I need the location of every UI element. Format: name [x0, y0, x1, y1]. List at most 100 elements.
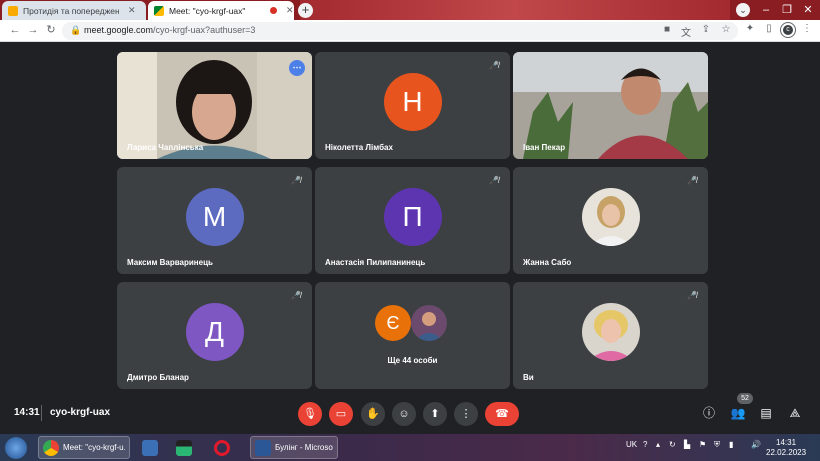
participant-name: Максим Варваринець — [127, 258, 213, 267]
lock-icon: 🔒 — [70, 25, 82, 35]
participant-tile[interactable]: М 🎤̸ Максим Варваринець — [117, 167, 312, 274]
close-tab-icon[interactable]: ✕ — [286, 5, 294, 16]
close-window-icon[interactable]: ✕ — [801, 3, 815, 17]
leave-call-button[interactable]: ☎ — [485, 402, 519, 426]
opera-icon — [214, 439, 230, 456]
chrome-icon — [43, 439, 59, 456]
participant-tile[interactable]: 🎤̸ Жанна Сабо — [513, 167, 708, 274]
others-initial-avatar: Є — [375, 305, 411, 341]
url-host: meet.google.com — [84, 25, 154, 35]
translate-icon[interactable]: 文 — [679, 24, 693, 39]
participant-photo-avatar — [581, 187, 640, 246]
participant-tile[interactable]: Н 🎤̸ Ніколетта Лімбах — [315, 52, 510, 159]
participant-tile[interactable]: П 🎤̸ Анастасія Пилипанинець — [315, 167, 510, 274]
bookmark-star-icon[interactable]: ☆ — [719, 24, 733, 35]
shield-icon[interactable]: ⛨ — [714, 440, 720, 450]
present-button[interactable]: ⬆ — [423, 402, 447, 426]
taskbar-item-label: Булінг - Microsof... — [275, 443, 333, 452]
participant-name: Іван Пекар — [523, 143, 566, 152]
participant-initial-avatar: Д — [185, 302, 244, 361]
taskbar-chrome[interactable]: Meet: "cyo-krgf-u... — [38, 436, 130, 459]
language-indicator[interactable]: UK — [626, 440, 637, 449]
more-options-icon[interactable]: ⋯ — [289, 60, 305, 76]
emoji-icon: ☺ — [398, 408, 410, 420]
mic-off-icon: 🎤̸ — [291, 176, 301, 185]
reload-icon[interactable]: ↻ — [44, 23, 58, 37]
floppy-icon — [142, 439, 158, 456]
taskbar-app[interactable] — [172, 436, 196, 459]
help-icon[interactable]: ? — [643, 440, 647, 449]
camera-in-use-icon[interactable]: ■ — [660, 24, 674, 35]
participant-tile[interactable]: ⋯ Лариса Чаплінська — [117, 52, 312, 159]
share-icon[interactable]: ⇪ — [699, 24, 713, 35]
participant-name: Анастасія Пилипанинець — [325, 258, 426, 267]
meeting-details-icon[interactable]: ⓘ — [700, 404, 718, 422]
tab-meet[interactable]: Meet: "cyo-krgf-uax" ✕ — [148, 1, 294, 20]
signal-icon[interactable]: ▮ — [729, 440, 733, 449]
mic-off-icon: 🎤̸ — [687, 291, 697, 300]
chat-icon[interactable]: ▤ — [757, 404, 775, 422]
flag-icon[interactable]: ⚑ — [699, 440, 706, 449]
volume-icon[interactable]: 🔊 — [751, 440, 761, 449]
tab-title: Протидія та попередження бу — [23, 5, 119, 16]
url-path: /cyo-krgf-uax?authuser=3 — [153, 25, 256, 35]
self-tile[interactable]: 🎤̸ Ви — [513, 282, 708, 389]
participant-tile[interactable]: Д 🎤̸ Дмитро Бланар — [117, 282, 312, 389]
taskbar-clock[interactable]: 14:31 22.02.2023 — [766, 438, 806, 458]
taskbar-item-label: Meet: "cyo-krgf-u... — [63, 443, 125, 452]
participant-name: Жанна Сабо — [523, 258, 572, 267]
activities-icon[interactable]: ⟁ — [786, 404, 804, 422]
mic-toggle-button[interactable]: 🎙 — [298, 402, 322, 426]
sync-icon[interactable]: ↻ — [669, 440, 676, 449]
others-tile[interactable]: Є Ще 44 особи — [315, 282, 510, 389]
new-tab-button[interactable]: + — [298, 3, 313, 18]
tray-arrow-icon[interactable]: ▴ — [656, 440, 660, 449]
meeting-controls-bar: 14:31 cyo-krgf-uax 🎙 ▭ ✋ ☺ ⬆ ⋮ ☎ ⓘ 👥 52 … — [0, 393, 820, 434]
self-photo-avatar — [581, 302, 640, 361]
browser-tab-strip: Протидія та попередження бу ✕ Meet: "cyo… — [0, 0, 820, 20]
participant-tile[interactable]: Іван Пекар — [513, 52, 708, 159]
windows-taskbar: Meet: "cyo-krgf-u... Булінг - Microsof..… — [0, 434, 820, 461]
address-bar[interactable]: 🔒 meet.google.com/cyo-krgf-uax?authuser=… — [62, 22, 738, 40]
camera-toggle-button[interactable]: ▭ — [329, 402, 353, 426]
end-call-icon: ☎ — [495, 408, 509, 420]
forward-icon[interactable]: → — [26, 23, 40, 37]
mic-off-icon: 🎤̸ — [291, 291, 301, 300]
maximize-icon[interactable]: ❐ — [780, 3, 794, 17]
back-icon[interactable]: ← — [8, 23, 22, 37]
start-button[interactable] — [5, 437, 27, 459]
browser-toolbar: ← → ↻ 🔒 meet.google.com/cyo-krgf-uax?aut… — [0, 20, 820, 42]
tab-title: Meet: "cyo-krgf-uax" — [169, 5, 246, 16]
raise-hand-button[interactable]: ✋ — [361, 402, 385, 426]
people-icon[interactable]: 👥 — [729, 404, 747, 422]
reactions-button[interactable]: ☺ — [392, 402, 416, 426]
more-options-button[interactable]: ⋮ — [454, 402, 478, 426]
mic-off-icon: 🎤̸ — [489, 176, 499, 185]
taskbar-opera[interactable] — [210, 436, 234, 459]
participant-name: Дмитро Бланар — [127, 373, 189, 382]
participant-initial-avatar: Н — [383, 72, 442, 131]
recording-icon — [270, 7, 277, 14]
tab-search-icon[interactable]: ⌄ — [736, 3, 750, 17]
clock-date: 22.02.2023 — [766, 448, 807, 457]
camera-off-icon: ▭ — [335, 408, 347, 420]
taskbar-word[interactable]: Булінг - Microsof... — [250, 436, 338, 459]
clock-time: 14:31 — [776, 438, 797, 447]
tab-bullying-prevention[interactable]: Протидія та попередження бу ✕ — [2, 1, 146, 20]
participant-count-badge: 52 — [737, 393, 753, 404]
others-count-label: Ще 44 особи — [387, 356, 438, 365]
close-tab-icon[interactable]: ✕ — [128, 5, 136, 16]
participant-initial-avatar: М — [185, 187, 244, 246]
network-icon[interactable]: ▙ — [684, 440, 690, 449]
participant-name: Ви — [523, 373, 534, 382]
profile-avatar[interactable]: c — [781, 23, 795, 37]
taskbar-save[interactable] — [138, 436, 162, 459]
url-text: meet.google.com/cyo-krgf-uax?authuser=3 — [84, 25, 255, 35]
word-icon — [255, 439, 271, 456]
menu-kebab-icon[interactable]: ⋮ — [800, 23, 814, 34]
minimize-icon[interactable]: – — [759, 3, 773, 17]
meeting-code: cyo-krgf-uax — [50, 407, 111, 418]
participant-name: Лариса Чаплінська — [127, 143, 204, 152]
side-panel-icon[interactable]: ▯ — [762, 23, 776, 34]
extensions-icon[interactable]: ✦ — [743, 23, 757, 34]
